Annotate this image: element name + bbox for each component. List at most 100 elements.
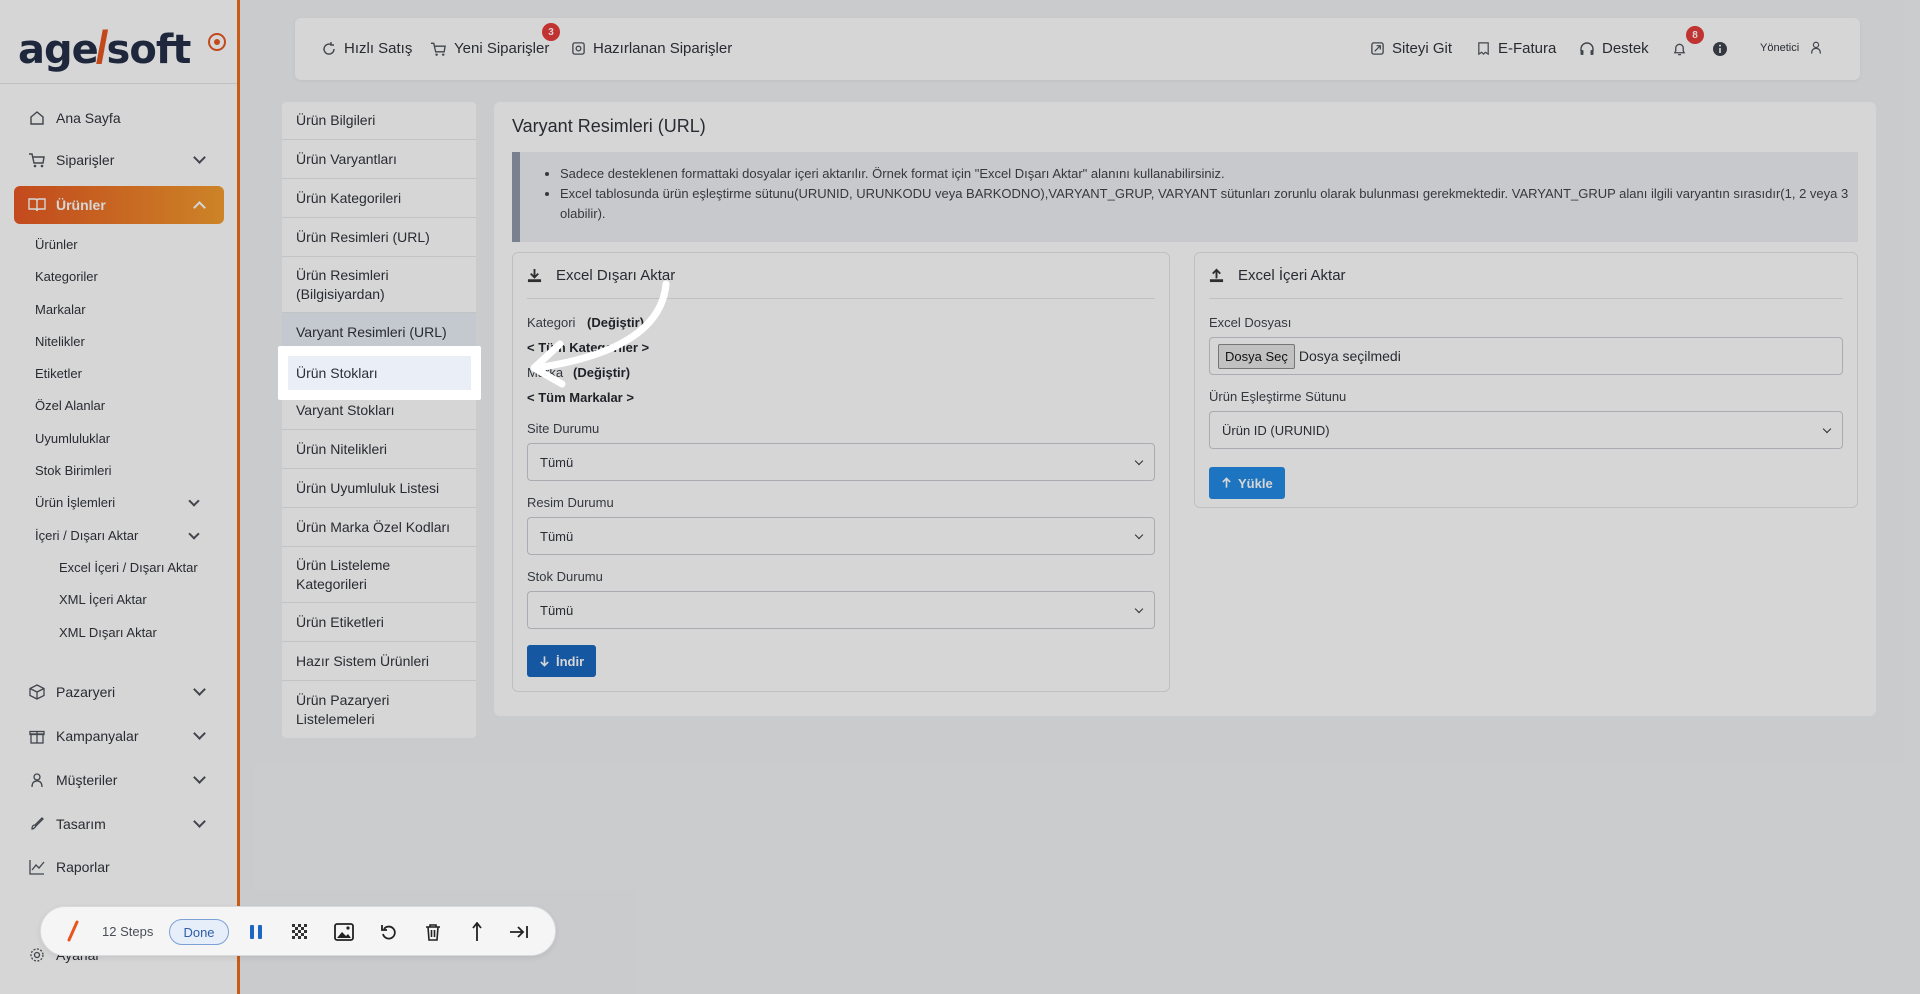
arrow-up-icon [1222, 477, 1231, 488]
chevron-down-icon [193, 815, 206, 828]
sidebar-item-label: Pazaryeri [56, 684, 116, 700]
subitem-label: İçeri / Dışarı Aktar [35, 528, 139, 543]
subitem-label: Özel Alanlar [35, 398, 106, 413]
highlighted-submenu-item[interactable]: Ürün Stokları [288, 356, 471, 390]
notifications-button[interactable] [1672, 41, 1694, 57]
info-button[interactable] [1712, 41, 1735, 57]
target-icon[interactable] [208, 33, 226, 51]
submenu-label: Ürün Varyantları [296, 150, 397, 167]
sidebar-subitem-compat[interactable]: Uyumluluklar [35, 431, 110, 446]
file-status-text: Dosya seçilmedi [1298, 348, 1401, 364]
brand-logo[interactable]: age / soft [18, 20, 191, 73]
submenu-item[interactable]: Ürün Etiketleri [282, 603, 476, 642]
submenu-label: Ürün Pazaryeri Listelemeleri [296, 691, 390, 727]
sidebar-subsub-excel[interactable]: Excel İçeri / Dışarı Aktar [59, 560, 198, 575]
sidebar-divider [0, 83, 237, 84]
top-bar: Hızlı Satış Yeni Siparişler 3 Hazırlanan… [295, 18, 1860, 80]
sidebar-subitem-product-ops[interactable]: Ürün İşlemleri [35, 495, 200, 510]
match-column-select[interactable]: Ürün ID (URUNID) [1209, 411, 1843, 449]
submenu-item[interactable]: Ürün Marka Özel Kodları [282, 508, 476, 547]
match-column-value: Ürün ID (URUNID) [1222, 422, 1330, 438]
efatura-link[interactable]: E-Fatura [1476, 40, 1556, 57]
blur-button[interactable] [288, 920, 312, 944]
sidebar-subitem-brands[interactable]: Markalar [35, 302, 86, 317]
upload-button[interactable]: Yükle [1209, 467, 1285, 499]
chart-icon [28, 858, 46, 876]
headset-icon [1580, 41, 1594, 55]
sidebar-item-customers[interactable]: Müşteriler [14, 761, 224, 799]
sidebar-item-design[interactable]: Tasarım [14, 805, 224, 843]
undo-button[interactable] [377, 920, 401, 944]
sidebar-subitem-products[interactable]: Ürünler [35, 237, 78, 252]
submenu-label: Varyant Stokları [296, 401, 395, 418]
submenu-item[interactable]: Ürün Kategorileri [282, 179, 476, 218]
submenu-label: Ürün Etiketleri [296, 613, 384, 630]
excel-file-input[interactable]: Dosya Seç Dosya seçilmedi [1209, 337, 1843, 375]
submenu-item[interactable]: Ürün Uyumluluk Listesi [282, 469, 476, 508]
submenu-item[interactable]: Ürün Varyantları [282, 140, 476, 179]
chevron-up-icon [193, 201, 206, 214]
pause-button[interactable] [244, 920, 268, 944]
product-tools-menu: Ürün Bilgileri Ürün Varyantları Ürün Kat… [282, 102, 476, 738]
delete-button[interactable] [421, 920, 445, 944]
excel-import-title: Excel İçeri Aktar [1238, 267, 1346, 284]
sidebar-item-home[interactable]: Ana Sayfa [14, 99, 224, 137]
user-menu[interactable]: Yönetici [1760, 40, 1823, 55]
subitem-label: Uyumluluklar [35, 431, 111, 446]
submenu-label: Ürün Kategorileri [296, 189, 402, 206]
go-site-link[interactable]: Siteyi Git [1370, 40, 1452, 57]
prepared-orders-link[interactable]: Hazırlanan Siparişler [571, 40, 732, 57]
site-status-label: Site Durumu [527, 421, 600, 436]
chevron-down-icon [1822, 424, 1832, 434]
sidebar-subitem-attributes[interactable]: Nitelikler [35, 334, 85, 349]
stock-status-select[interactable]: Tümü [527, 591, 1155, 629]
gift-icon [28, 727, 46, 745]
support-link[interactable]: Destek [1579, 40, 1649, 57]
submenu-item[interactable]: Ürün Resimleri (URL) [282, 218, 476, 257]
home-icon [28, 109, 46, 127]
excel-import-header: Excel İçeri Aktar [1209, 267, 1843, 299]
sidebar-item-campaigns[interactable]: Kampanyalar [14, 717, 224, 755]
package-icon [28, 683, 46, 701]
support-label: Destek [1602, 40, 1649, 57]
steps-count: 12 Steps [102, 924, 154, 939]
sidebar-subitem-custom-fields[interactable]: Özel Alanlar [35, 398, 105, 413]
sidebar-subitem-stock-units[interactable]: Stok Birimleri [35, 463, 112, 478]
logo-text-left: age [18, 27, 99, 73]
sidebar-subitem-categories[interactable]: Kategoriler [35, 269, 98, 284]
done-button[interactable]: Done [169, 919, 229, 945]
submenu-item[interactable]: Hazır Sistem Ürünleri [282, 642, 476, 681]
stock-status-label: Stok Durumu [527, 569, 603, 584]
image-button[interactable] [332, 920, 356, 944]
sidebar-subitem-tags[interactable]: Etiketler [35, 366, 82, 381]
submenu-item[interactable]: Ürün Nitelikleri [282, 430, 476, 469]
new-orders-link[interactable]: Yeni Siparişler [430, 40, 549, 57]
tutorial-arrow-icon [530, 280, 670, 388]
site-status-select[interactable]: Tümü [527, 443, 1155, 481]
quick-sale-label: Hızlı Satış [344, 40, 413, 57]
sidebar-subsub-xml-export[interactable]: XML Dışarı Aktar [59, 625, 157, 640]
info-line: Sadece desteklenen formattaki dosyalar i… [560, 164, 1858, 184]
skip-button[interactable] [507, 920, 531, 944]
new-orders-label: Yeni Siparişler [454, 40, 550, 57]
image-status-select[interactable]: Tümü [527, 517, 1155, 555]
sidebar-subsub-xml-import[interactable]: XML İçeri Aktar [59, 592, 147, 607]
submenu-item[interactable]: Ürün Listeleme Kategorileri [282, 547, 476, 603]
subsub-label: Excel İçeri / Dışarı Aktar [59, 560, 198, 575]
submenu-item[interactable]: Ürün Bilgileri [282, 102, 476, 140]
submenu-item[interactable]: Ürün Resimleri (Bilgisiyardan) [282, 257, 476, 313]
sidebar-item-reports[interactable]: Raporlar [14, 848, 224, 886]
download-button[interactable]: İndir [527, 645, 597, 677]
quick-sale-link[interactable]: Hızlı Satış [321, 40, 412, 57]
choose-file-button[interactable]: Dosya Seç [1218, 343, 1295, 369]
info-icon [1713, 42, 1727, 56]
sidebar-item-products[interactable]: Ürünler [14, 186, 224, 224]
refresh-icon [323, 41, 335, 55]
user-label: Yönetici [1760, 41, 1800, 54]
sidebar-item-orders[interactable]: Siparişler [14, 141, 224, 179]
sidebar-subitem-import-export[interactable]: İçeri / Dışarı Aktar [35, 528, 200, 543]
arrow-up-icon [472, 922, 482, 941]
move-up-button[interactable] [465, 920, 489, 944]
sidebar-item-marketplace[interactable]: Pazaryeri [14, 673, 224, 711]
submenu-item[interactable]: Ürün Pazaryeri Listelemeleri [282, 681, 476, 738]
